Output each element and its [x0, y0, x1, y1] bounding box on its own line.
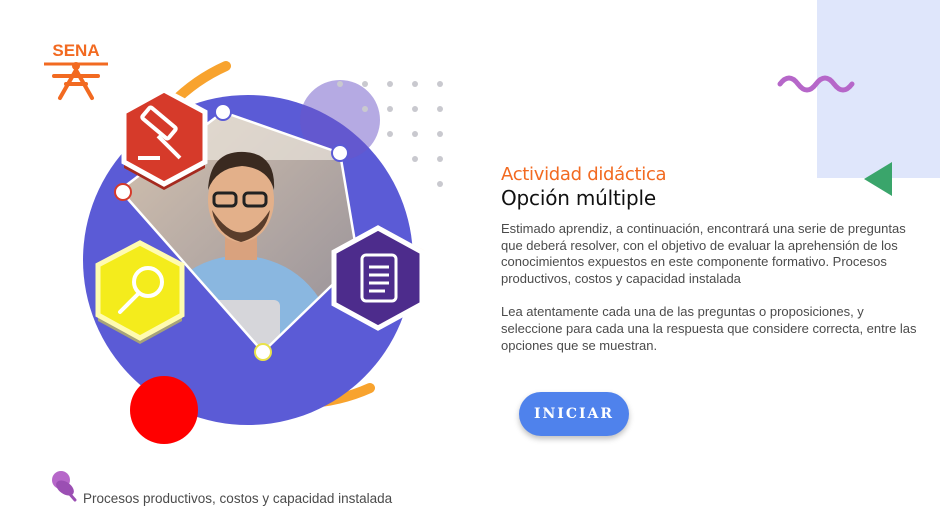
activity-description: Estimado aprendiz, a continuación, encon… [501, 221, 919, 371]
description-paragraph-1: Estimado aprendiz, a continuación, encon… [501, 221, 906, 286]
footer-course-title: Procesos productivos, costos y capacidad… [83, 491, 393, 506]
wave-decoration [777, 75, 855, 93]
triangle-decoration [864, 162, 892, 196]
pushpin-icon [52, 471, 77, 502]
activity-kicker: Actividad didáctica [501, 164, 667, 185]
activity-title: Opción múltiple [501, 186, 656, 210]
description-paragraph-2: Lea atentamente cada una de las pregunta… [501, 304, 917, 353]
red-circle-decoration [130, 376, 198, 444]
start-button[interactable]: INICIAR [519, 392, 629, 436]
dot-grid-decoration [337, 81, 443, 187]
